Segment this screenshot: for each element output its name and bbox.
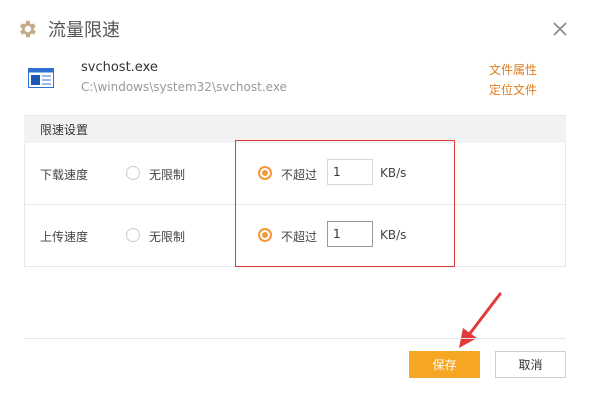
save-button[interactable]: 保存: [409, 351, 480, 378]
close-icon[interactable]: [551, 20, 569, 38]
file-path: C:\windows\system32\svchost.exe: [81, 80, 287, 94]
application-icon: [28, 68, 54, 88]
panel-header: [24, 116, 566, 143]
file-name: svchost.exe: [81, 60, 158, 75]
download-speed-label: 下载速度: [40, 168, 89, 182]
footer-divider: [24, 338, 566, 339]
upload-speed-label: 上传速度: [40, 230, 89, 244]
annotation-arrow-icon: [459, 292, 502, 348]
dialog-title: 流量限速: [48, 20, 120, 41]
gear-icon: [20, 20, 36, 38]
highlight-box: [235, 140, 455, 267]
panel-title: 限速设置: [40, 123, 89, 137]
file-properties-link[interactable]: 文件属性: [489, 61, 537, 78]
cancel-button[interactable]: 取消: [495, 351, 566, 378]
download-unlimited-radio[interactable]: [126, 166, 140, 180]
upload-unlimited-radio[interactable]: [126, 228, 140, 242]
upload-unlimited-label[interactable]: 无限制: [149, 228, 185, 245]
dialog-title-bar: 流量限速: [16, 16, 120, 42]
download-unlimited-label[interactable]: 无限制: [149, 166, 185, 183]
locate-file-link[interactable]: 定位文件: [489, 81, 537, 98]
